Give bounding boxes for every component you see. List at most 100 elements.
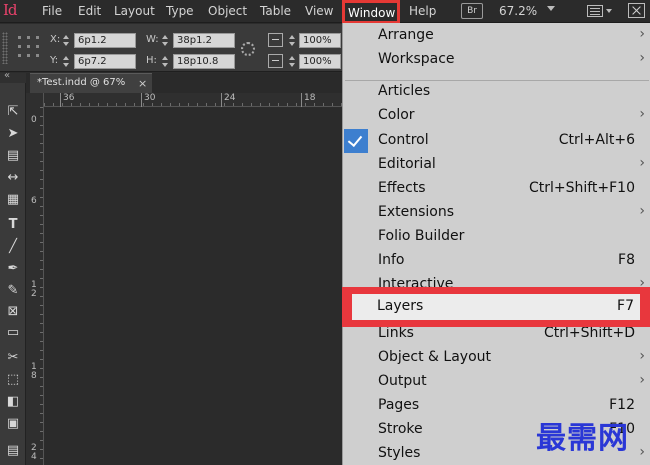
shortcut-text: F8 [618,252,635,268]
gap-tool-icon[interactable]: ↔ [3,168,23,188]
v-ruler-label: 2 4 [31,443,37,462]
submenu-arrow-icon: › [639,348,645,364]
scale-x-stepper-icon[interactable] [288,33,297,48]
gradient-feather-tool-icon[interactable]: ▣ [3,414,23,434]
x-stepper-icon[interactable] [62,33,71,48]
v-ruler-label: 6 [31,196,37,206]
scale-y-stepper-icon[interactable] [288,54,297,69]
menu-item-layers[interactable]: Layers F7 [352,294,640,320]
tools-collapse-icon[interactable] [0,70,26,83]
v-ruler-label: 0 [31,115,37,125]
menu-window[interactable]: Window [342,0,400,24]
menu-window-label: Window [348,6,396,20]
screen-mode-dropdown-icon[interactable] [606,9,612,13]
h-ruler-label: 18 [304,93,316,103]
document-tab-title: *Test.indd @ 67% [37,77,126,88]
menu-item-workspace[interactable]: Workspace › [343,47,650,71]
grip-icon[interactable] [2,32,8,64]
watermark-logo: 最需网 [536,421,629,456]
x-field[interactable]: 6p1.2 [74,33,136,48]
menu-item-object-and-layout[interactable]: Object & Layout › [343,345,650,369]
pencil-tool-icon[interactable]: ✎ [3,281,23,301]
type-tool-icon[interactable]: T [3,215,23,235]
submenu-arrow-icon: › [639,26,645,42]
shortcut-text: F7 [617,298,634,314]
line-tool-icon[interactable]: ╱ [3,237,23,257]
submenu-arrow-icon: › [639,106,645,122]
note-tool-icon[interactable]: ▤ [3,441,23,461]
menu-type[interactable]: Type [166,4,194,18]
submenu-arrow-icon: › [639,372,645,388]
menu-view[interactable]: View [305,4,333,18]
shortcut-text: Ctrl+Shift+F10 [528,180,635,196]
bridge-button[interactable]: Br [461,3,483,19]
scissors-tool-icon[interactable]: ✂ [3,348,23,368]
menu-item-extensions[interactable]: Extensions › [343,200,650,224]
zoom-level-field[interactable]: 67.2% [499,4,537,18]
scale-x-icon [268,33,283,47]
scale-y-icon [268,54,283,68]
screen-mode-icon[interactable] [587,5,603,17]
menu-help[interactable]: Help [409,4,436,18]
menu-file[interactable]: File [42,4,62,18]
shortcut-text: Ctrl+Alt+6 [558,132,635,148]
menu-item-folio-builder[interactable]: Folio Builder [343,224,650,248]
scale-x-field[interactable]: 100% [299,33,341,48]
v-ruler-label: 1 8 [31,362,37,381]
close-icon[interactable] [628,3,645,18]
menu-item-arrange[interactable]: Arrange › [343,23,650,47]
pen-tool-icon[interactable]: ✒ [3,259,23,279]
w-stepper-icon[interactable] [161,33,170,48]
menu-item-effects[interactable]: Effects Ctrl+Shift+F10 [343,176,650,200]
y-field[interactable]: 6p7.2 [74,54,136,69]
menubar: Id File Edit Layout Type Object Table Vi… [0,0,650,24]
document-canvas[interactable] [45,108,345,465]
menu-layout[interactable]: Layout [114,4,155,18]
menu-item-editorial[interactable]: Editorial › [343,152,650,176]
h-ruler-label: 30 [144,93,156,103]
menu-item-output[interactable]: Output › [343,369,650,393]
w-field[interactable]: 38p1.2 [173,33,235,48]
free-transform-tool-icon[interactable]: ⬚ [3,370,23,390]
menu-item-info[interactable]: Info F8 [343,248,650,272]
menu-object[interactable]: Object [208,4,247,18]
ruler-origin[interactable] [26,93,44,107]
constrain-proportions-icon[interactable] [241,42,255,56]
checkmark-icon [344,129,368,153]
h-stepper-icon[interactable] [161,54,170,69]
shortcut-text: Ctrl+Shift+D [544,325,635,341]
menu-table[interactable]: Table [260,4,291,18]
menu-item-color[interactable]: Color › [343,103,650,127]
page-tool-icon[interactable]: ▤ [3,146,23,166]
direct-selection-tool-icon[interactable]: ➤ [3,124,23,144]
submenu-arrow-icon: › [639,203,645,219]
shortcut-text: F12 [609,397,635,413]
rectangle-frame-tool-icon[interactable]: ⊠ [3,302,23,322]
submenu-arrow-icon: › [639,155,645,171]
selection-tool-icon[interactable]: ⇱ [3,102,23,122]
document-tab[interactable]: *Test.indd @ 67% × [30,73,152,93]
zoom-dropdown-icon[interactable] [547,6,555,11]
gradient-swatch-tool-icon[interactable]: ◧ [3,392,23,412]
h-ruler-label: 36 [63,93,75,103]
w-label: W: [146,34,159,45]
rectangle-tool-icon[interactable]: ▭ [3,323,23,343]
y-stepper-icon[interactable] [62,54,71,69]
window-menu: Arrange › Workspace › Articles Color › C… [342,23,650,465]
submenu-arrow-icon: › [639,50,645,66]
horizontal-ruler[interactable] [44,93,344,107]
y-label: Y: [50,55,59,66]
reference-point-icon[interactable] [18,36,40,58]
menu-item-control[interactable]: Control Ctrl+Alt+6 [343,128,650,152]
document-tab-close-icon[interactable]: × [138,77,147,90]
v-ruler-label: 1 2 [31,280,37,299]
menu-item-articles[interactable]: Articles [343,79,650,103]
menu-edit[interactable]: Edit [78,4,101,18]
submenu-arrow-icon: › [639,444,645,460]
content-collector-tool-icon[interactable]: ▦ [3,190,23,210]
indesign-logo-icon: Id [3,1,17,19]
h-label: H: [146,55,157,66]
h-field[interactable]: 18p10.8 [173,54,235,69]
scale-y-field[interactable]: 100% [299,54,341,69]
x-label: X: [50,34,61,45]
